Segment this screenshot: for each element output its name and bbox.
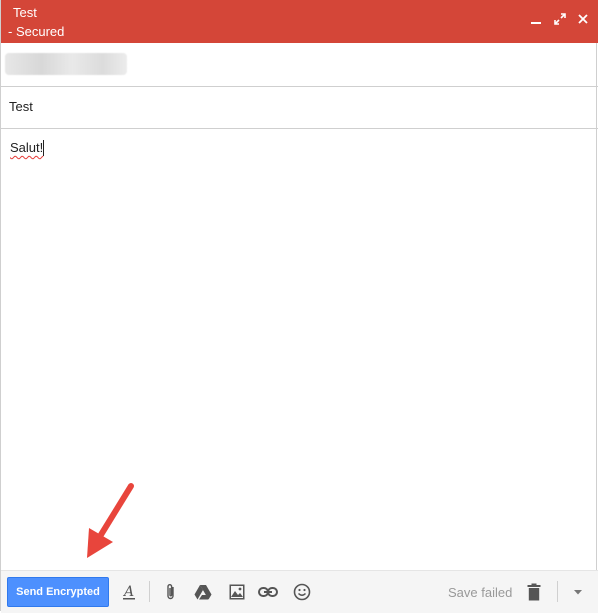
message-body-text: Salut!	[10, 140, 44, 155]
subject-value: Test	[9, 99, 33, 114]
insert-photo-icon[interactable]	[226, 581, 248, 603]
close-icon[interactable]	[575, 11, 591, 27]
toolbar-divider	[557, 581, 558, 602]
drive-icon[interactable]	[192, 581, 214, 603]
recipient-chip[interactable]	[5, 53, 127, 75]
compose-window: Test - Secured Test Salut! Send Encrypte…	[0, 0, 598, 613]
compose-title: Test	[13, 5, 37, 20]
more-options-icon[interactable]	[567, 581, 589, 603]
compose-toolbar: Send Encrypted A Save failed	[1, 570, 598, 613]
formatting-icon[interactable]: A	[118, 581, 140, 603]
trash-icon[interactable]	[523, 581, 545, 603]
send-encrypted-button[interactable]: Send Encrypted	[7, 577, 109, 607]
toolbar-divider	[149, 581, 150, 602]
subject-field[interactable]: Test	[1, 87, 598, 129]
emoji-icon[interactable]	[291, 581, 313, 603]
annotation-arrow	[87, 483, 134, 558]
pop-out-icon[interactable]	[552, 11, 568, 27]
attach-icon[interactable]	[160, 581, 182, 603]
compose-subtitle: - Secured	[8, 24, 65, 39]
recipients-field[interactable]	[1, 43, 598, 87]
insert-link-icon[interactable]	[257, 581, 279, 603]
text-cursor	[43, 140, 44, 156]
compose-titlebar[interactable]: Test - Secured	[1, 0, 598, 43]
save-status: Save failed	[448, 585, 513, 600]
minimize-icon[interactable]	[528, 11, 544, 27]
svg-text:A: A	[122, 584, 134, 600]
